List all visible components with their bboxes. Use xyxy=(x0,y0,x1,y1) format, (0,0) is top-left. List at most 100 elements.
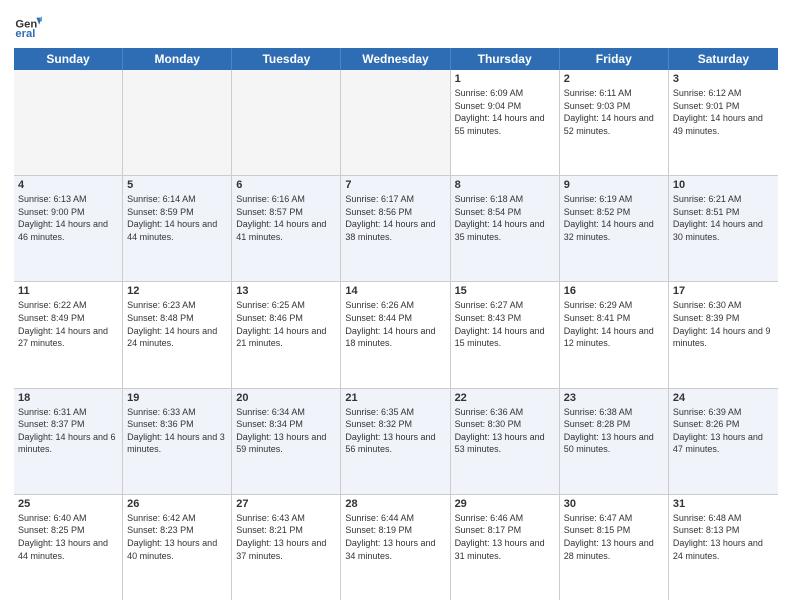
cell-info: Sunrise: 6:31 AMSunset: 8:37 PMDaylight:… xyxy=(18,406,118,456)
cell-info: Sunrise: 6:47 AMSunset: 8:15 PMDaylight:… xyxy=(564,512,664,562)
day-number: 19 xyxy=(127,392,227,404)
calendar-cell-19: 19 Sunrise: 6:33 AMSunset: 8:36 PMDayligh… xyxy=(123,389,232,494)
calendar-cell-29: 29 Sunrise: 6:46 AMSunset: 8:17 PMDayligh… xyxy=(451,495,560,600)
calendar-cell-23: 23 Sunrise: 6:38 AMSunset: 8:28 PMDayligh… xyxy=(560,389,669,494)
day-number: 13 xyxy=(236,285,336,297)
day-number: 4 xyxy=(18,179,118,191)
calendar-cell-31: 31 Sunrise: 6:48 AMSunset: 8:13 PMDayligh… xyxy=(669,495,778,600)
cell-info: Sunrise: 6:18 AMSunset: 8:54 PMDaylight:… xyxy=(455,193,555,243)
calendar-cell-empty xyxy=(14,70,123,175)
calendar-cell-1: 1 Sunrise: 6:09 AMSunset: 9:04 PMDaylight… xyxy=(451,70,560,175)
cell-info: Sunrise: 6:35 AMSunset: 8:32 PMDaylight:… xyxy=(345,406,445,456)
cell-info: Sunrise: 6:21 AMSunset: 8:51 PMDaylight:… xyxy=(673,193,774,243)
day-number: 25 xyxy=(18,498,118,510)
calendar-cell-8: 8Sunrise: 6:18 AMSunset: 8:54 PMDaylight… xyxy=(451,176,560,281)
cell-info: Sunrise: 6:14 AMSunset: 8:59 PMDaylight:… xyxy=(127,193,227,243)
cell-info: Sunrise: 6:46 AMSunset: 8:17 PMDaylight:… xyxy=(455,512,555,562)
calendar-cell-5: 5 Sunrise: 6:14 AMSunset: 8:59 PMDaylight… xyxy=(123,176,232,281)
day-number: 16 xyxy=(564,285,664,297)
calendar-cell-2: 2 Sunrise: 6:11 AMSunset: 9:03 PMDaylight… xyxy=(560,70,669,175)
cell-info: Sunrise: 6:26 AMSunset: 8:44 PMDaylight:… xyxy=(345,299,445,349)
cell-info: Sunrise: 6:40 AMSunset: 8:25 PMDaylight:… xyxy=(18,512,118,562)
calendar-cell-17: 17Sunrise: 6:30 AMSunset: 8:39 PMDayligh… xyxy=(669,282,778,387)
calendar-cell-30: 30 Sunrise: 6:47 AMSunset: 8:15 PMDayligh… xyxy=(560,495,669,600)
day-number: 30 xyxy=(564,498,664,510)
cell-info: Sunrise: 6:12 AMSunset: 9:01 PMDaylight:… xyxy=(673,87,774,137)
calendar-row-5: 25 Sunrise: 6:40 AMSunset: 8:25 PMDayligh… xyxy=(14,495,778,600)
day-number: 5 xyxy=(127,179,227,191)
day-number: 15 xyxy=(455,285,555,297)
day-number: 11 xyxy=(18,285,118,297)
day-number: 7 xyxy=(345,179,445,191)
calendar-row-4: 18 Sunrise: 6:31 AMSunset: 8:37 PMDayligh… xyxy=(14,389,778,495)
calendar-cell-26: 26 Sunrise: 6:42 AMSunset: 8:23 PMDayligh… xyxy=(123,495,232,600)
cell-info: Sunrise: 6:39 AMSunset: 8:26 PMDaylight:… xyxy=(673,406,774,456)
day-number: 3 xyxy=(673,73,774,85)
day-number: 29 xyxy=(455,498,555,510)
page: Gen eral Sunday Monday Tuesday Wednesday… xyxy=(0,0,792,612)
calendar-row-2: 4 Sunrise: 6:13 AMSunset: 9:00 PMDaylight… xyxy=(14,176,778,282)
cell-info: Sunrise: 6:42 AMSunset: 8:23 PMDaylight:… xyxy=(127,512,227,562)
day-number: 23 xyxy=(564,392,664,404)
calendar-row-3: 11 Sunrise: 6:22 AMSunset: 8:49 PMDayligh… xyxy=(14,282,778,388)
day-number: 9 xyxy=(564,179,664,191)
calendar-cell-empty xyxy=(232,70,341,175)
cell-info: Sunrise: 6:33 AMSunset: 8:36 PMDaylight:… xyxy=(127,406,227,456)
cell-info: Sunrise: 6:11 AMSunset: 9:03 PMDaylight:… xyxy=(564,87,664,137)
cell-info: Sunrise: 6:17 AMSunset: 8:56 PMDaylight:… xyxy=(345,193,445,243)
logo-icon: Gen eral xyxy=(14,12,42,40)
calendar-header: Sunday Monday Tuesday Wednesday Thursday… xyxy=(14,48,778,70)
calendar-cell-12: 12Sunrise: 6:23 AMSunset: 8:48 PMDayligh… xyxy=(123,282,232,387)
top-section: Gen eral xyxy=(14,12,778,40)
cell-info: Sunrise: 6:29 AMSunset: 8:41 PMDaylight:… xyxy=(564,299,664,349)
day-number: 14 xyxy=(345,285,445,297)
cell-info: Sunrise: 6:09 AMSunset: 9:04 PMDaylight:… xyxy=(455,87,555,137)
calendar-cell-9: 9 Sunrise: 6:19 AMSunset: 8:52 PMDaylight… xyxy=(560,176,669,281)
calendar-cell-16: 16 Sunrise: 6:29 AMSunset: 8:41 PMDayligh… xyxy=(560,282,669,387)
day-number: 24 xyxy=(673,392,774,404)
header-monday: Monday xyxy=(123,48,232,70)
calendar-cell-7: 7 Sunrise: 6:17 AMSunset: 8:56 PMDaylight… xyxy=(341,176,450,281)
calendar-cell-20: 20 Sunrise: 6:34 AMSunset: 8:34 PMDayligh… xyxy=(232,389,341,494)
calendar-cell-10: 10Sunrise: 6:21 AMSunset: 8:51 PMDayligh… xyxy=(669,176,778,281)
cell-info: Sunrise: 6:22 AMSunset: 8:49 PMDaylight:… xyxy=(18,299,118,349)
calendar-cell-6: 6 Sunrise: 6:16 AMSunset: 8:57 PMDaylight… xyxy=(232,176,341,281)
calendar-body: 1 Sunrise: 6:09 AMSunset: 9:04 PMDaylight… xyxy=(14,70,778,600)
calendar-cell-4: 4 Sunrise: 6:13 AMSunset: 9:00 PMDaylight… xyxy=(14,176,123,281)
calendar-cell-14: 14 Sunrise: 6:26 AMSunset: 8:44 PMDayligh… xyxy=(341,282,450,387)
day-number: 2 xyxy=(564,73,664,85)
header-sunday: Sunday xyxy=(14,48,123,70)
cell-info: Sunrise: 6:23 AMSunset: 8:48 PMDaylight:… xyxy=(127,299,227,349)
cell-info: Sunrise: 6:48 AMSunset: 8:13 PMDaylight:… xyxy=(673,512,774,562)
cell-info: Sunrise: 6:16 AMSunset: 8:57 PMDaylight:… xyxy=(236,193,336,243)
cell-info: Sunrise: 6:13 AMSunset: 9:00 PMDaylight:… xyxy=(18,193,118,243)
calendar: Sunday Monday Tuesday Wednesday Thursday… xyxy=(14,48,778,600)
cell-info: Sunrise: 6:38 AMSunset: 8:28 PMDaylight:… xyxy=(564,406,664,456)
day-number: 18 xyxy=(18,392,118,404)
day-number: 27 xyxy=(236,498,336,510)
calendar-cell-18: 18 Sunrise: 6:31 AMSunset: 8:37 PMDayligh… xyxy=(14,389,123,494)
calendar-cell-3: 3 Sunrise: 6:12 AMSunset: 9:01 PMDaylight… xyxy=(669,70,778,175)
day-number: 26 xyxy=(127,498,227,510)
cell-info: Sunrise: 6:19 AMSunset: 8:52 PMDaylight:… xyxy=(564,193,664,243)
cell-info: Sunrise: 6:43 AMSunset: 8:21 PMDaylight:… xyxy=(236,512,336,562)
day-number: 21 xyxy=(345,392,445,404)
day-number: 31 xyxy=(673,498,774,510)
calendar-cell-22: 22Sunrise: 6:36 AMSunset: 8:30 PMDayligh… xyxy=(451,389,560,494)
calendar-cell-13: 13 Sunrise: 6:25 AMSunset: 8:46 PMDayligh… xyxy=(232,282,341,387)
header-thursday: Thursday xyxy=(451,48,560,70)
calendar-cell-21: 21 Sunrise: 6:35 AMSunset: 8:32 PMDayligh… xyxy=(341,389,450,494)
day-number: 6 xyxy=(236,179,336,191)
cell-info: Sunrise: 6:30 AMSunset: 8:39 PMDaylight:… xyxy=(673,299,774,349)
day-number: 1 xyxy=(455,73,555,85)
logo: Gen eral xyxy=(14,12,46,40)
calendar-cell-15: 15Sunrise: 6:27 AMSunset: 8:43 PMDayligh… xyxy=(451,282,560,387)
header-friday: Friday xyxy=(560,48,669,70)
day-number: 20 xyxy=(236,392,336,404)
header-wednesday: Wednesday xyxy=(341,48,450,70)
cell-info: Sunrise: 6:34 AMSunset: 8:34 PMDaylight:… xyxy=(236,406,336,456)
header-tuesday: Tuesday xyxy=(232,48,341,70)
day-number: 28 xyxy=(345,498,445,510)
cell-info: Sunrise: 6:44 AMSunset: 8:19 PMDaylight:… xyxy=(345,512,445,562)
cell-info: Sunrise: 6:25 AMSunset: 8:46 PMDaylight:… xyxy=(236,299,336,349)
